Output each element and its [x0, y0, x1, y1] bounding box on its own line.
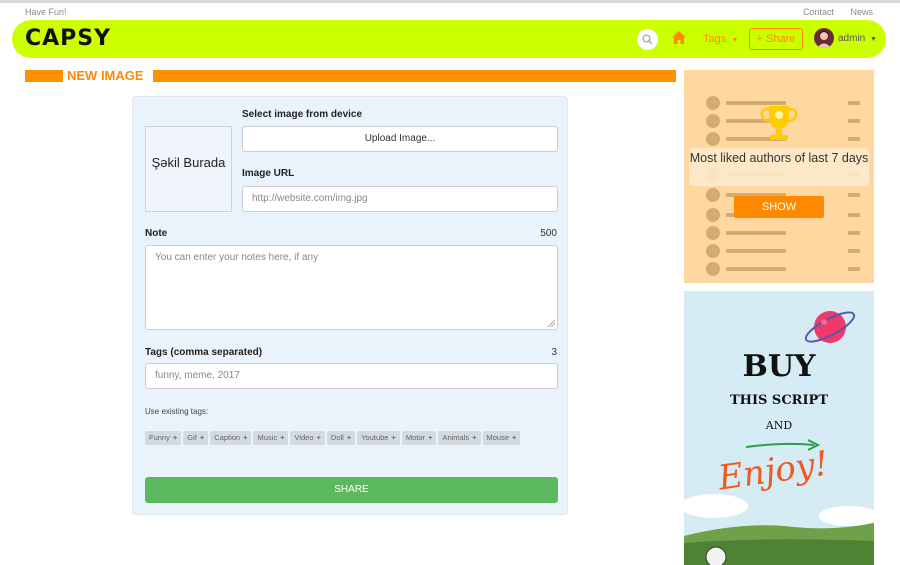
plus-icon: +	[512, 433, 517, 442]
tag-chip-label: Animals	[442, 433, 470, 442]
select-image-label: Select image from device	[242, 109, 363, 120]
trophy-icon	[760, 106, 798, 140]
plus-icon: +	[346, 433, 352, 442]
show-button[interactable]: SHOW	[734, 196, 824, 218]
site-logo[interactable]: CAPSY	[25, 26, 111, 51]
note-label: Note	[145, 228, 168, 239]
tag-chip-video[interactable]: Video +	[290, 431, 325, 445]
tag-chip-music[interactable]: Music +	[253, 431, 289, 445]
image-url-input[interactable]: http://website.com/img.jpg	[242, 186, 558, 212]
plus-icon: +	[172, 433, 178, 442]
tag-chip-label: Doll	[330, 433, 344, 442]
user-menu[interactable]: admin ▼	[838, 33, 877, 44]
tag-chip-label: Mouse	[486, 433, 510, 442]
ad-heading: BUY	[742, 349, 816, 384]
page-title: NEW IMAGE	[67, 68, 144, 83]
home-icon	[672, 31, 686, 44]
news-link[interactable]: News	[850, 7, 873, 17]
plus-icon: +	[472, 433, 477, 442]
tags-counter: 3	[551, 347, 557, 358]
promo-text: Most liked authors of last 7 days	[689, 148, 869, 186]
list-item	[692, 244, 866, 258]
tag-chip-label: Gif	[187, 433, 197, 442]
tag-chip-label: Funny	[149, 433, 170, 442]
search-button[interactable]	[637, 29, 658, 50]
tag-chip-label: Caption	[214, 433, 241, 442]
plus-icon: +	[199, 433, 205, 442]
navbar: CAPSY Tags ▼ + Share admin ▼	[12, 20, 886, 58]
list-item	[692, 226, 866, 240]
avatar[interactable]	[814, 28, 834, 48]
top-authors-widget: Most liked authors of last 7 days SHOW	[684, 70, 874, 283]
landscape-illustration	[684, 494, 874, 565]
ad-banner[interactable]: BUY THIS SCRIPT AND Enjoy!	[684, 291, 874, 565]
header-bar-right	[153, 70, 676, 82]
username: admin	[838, 33, 866, 44]
tag-chip-motor[interactable]: Motor +	[401, 431, 437, 445]
header-bar-left	[25, 70, 63, 82]
contact-link[interactable]: Contact	[803, 7, 834, 17]
image-url-label: Image URL	[242, 168, 295, 179]
existing-tags-list: Funny + Gif + Caption + Music + Video + Doll + Youtu…	[145, 427, 561, 449]
list-item	[692, 262, 866, 276]
share-button[interactable]: + Share	[749, 28, 803, 50]
tag-chip-youtube[interactable]: Youtube +	[357, 431, 400, 445]
plus-icon: +	[391, 433, 396, 442]
existing-tags-label: Use existing tags:	[145, 407, 209, 416]
ad-and: AND	[765, 419, 793, 432]
plus-icon: +	[280, 433, 285, 442]
tags-label: Tags	[703, 33, 727, 45]
user-avatar-icon	[817, 30, 831, 48]
image-preview: Şəkil Burada	[145, 126, 232, 212]
share-submit-button[interactable]: SHARE	[145, 477, 558, 503]
plus-icon: +	[316, 433, 321, 442]
tag-chip-funny[interactable]: Funny +	[145, 431, 182, 445]
tags-input[interactable]: funny, meme, 2017	[145, 363, 558, 389]
note-textarea[interactable]: You can enter your notes here, if any	[145, 245, 558, 330]
tags-field-label: Tags (comma separated)	[145, 347, 263, 358]
home-button[interactable]	[671, 30, 687, 50]
search-icon	[642, 34, 653, 45]
tags-dropdown[interactable]: Tags ▼	[703, 33, 738, 45]
ad-subheading: THIS SCRIPT	[729, 393, 829, 408]
tag-chip-label: Music	[257, 433, 278, 442]
plus-icon: +	[428, 433, 433, 442]
tag-chip-caption[interactable]: Caption +	[210, 431, 252, 445]
tag-chip-doll[interactable]: Doll +	[326, 431, 356, 445]
upload-image-button[interactable]: Upload Image...	[242, 126, 558, 152]
note-placeholder: You can enter your notes here, if any	[155, 252, 319, 263]
plus-icon: +	[243, 433, 248, 442]
new-image-form: Şəkil Burada Select image from device Up…	[132, 96, 568, 515]
tagline: Have Fun!	[25, 7, 67, 17]
top-bar: Have Fun! Contact News	[0, 3, 900, 20]
tag-chip-gif[interactable]: Gif +	[183, 431, 209, 445]
section-header: NEW IMAGE	[25, 68, 676, 83]
note-counter: 500	[540, 228, 557, 239]
chevron-down-icon: ▼	[870, 36, 877, 43]
tag-chip-animals[interactable]: Animals +	[438, 431, 481, 445]
tag-chip-label: Motor	[405, 433, 426, 442]
tag-chip-mouse[interactable]: Mouse +	[482, 431, 521, 445]
planet-icon	[804, 311, 856, 343]
resize-handle-icon[interactable]	[548, 320, 555, 327]
chevron-down-icon: ▼	[731, 37, 739, 44]
tag-chip-label: Video	[294, 433, 314, 442]
tag-chip-label: Youtube	[361, 433, 389, 442]
